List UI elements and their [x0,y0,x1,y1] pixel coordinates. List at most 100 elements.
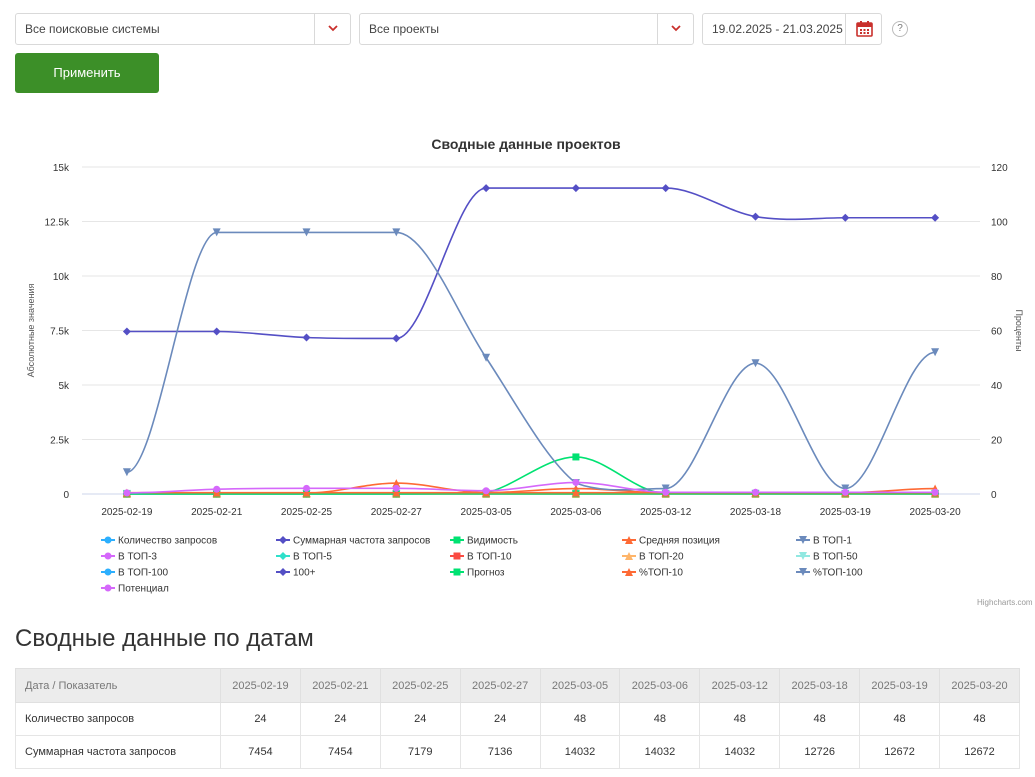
table-cell: 24 [299,702,381,736]
summary-chart: Сводные данные проектов 0 0 2.5k 20 5k 40 7.5k 6… [26,136,1024,595]
legend-item[interactable]: В ТОП-20 [622,552,684,563]
table-cell: 14032 [619,735,701,769]
legend-item[interactable]: 100+ [276,568,316,579]
legend-item[interactable]: Видимость [450,536,518,547]
apply-button[interactable]: Применить [15,53,159,93]
header-date: 2025-03-20 [939,668,1020,703]
legend-item[interactable]: В ТОП-100 [101,568,169,579]
header-date: 2025-02-27 [459,668,541,703]
x-tick-label: 2025-03-06 [550,507,602,518]
table-cell: 7454 [299,735,381,769]
legend-label: Средняя позиция [639,536,720,547]
table-cell: 7136 [459,735,541,769]
y-tick-label-right: 120 [991,163,1008,174]
data-point [303,484,310,492]
y-tick-label-left: 0 [63,490,69,501]
legend-marker [279,568,287,576]
project-value: Все проекты [369,22,440,36]
x-tick-label: 2025-02-25 [281,507,333,518]
y-tick-label-left: 5k [58,381,70,392]
header-first-cell: Дата / Показатель [15,668,221,703]
x-tick-label: 2025-02-19 [101,507,153,518]
legend-marker [104,552,112,560]
data-point [572,478,580,486]
y-tick-label-right: 80 [991,272,1003,283]
legend-label: В ТОП-1 [813,536,852,547]
legend-label: В ТОП-100 [118,568,169,579]
legend-label: %ТОП-100 [813,568,863,579]
header-date: 2025-03-12 [699,668,781,703]
dates-table: Дата / Показатель 2025-02-19 2025-02-21 … [15,668,1020,769]
legend-label: Потенциал [118,584,169,595]
header-date: 2025-02-19 [220,668,301,703]
y-tick-label-right: 20 [991,436,1003,447]
header-date: 2025-03-05 [539,668,621,703]
header-date: 2025-03-19 [859,668,941,703]
data-point [482,184,491,193]
y-axis-title-right: Проценты [1014,309,1024,351]
y-tick-label-left: 10k [53,272,70,283]
date-range-field[interactable]: 19.02.2025 - 21.03.2025 [702,13,882,45]
x-tick-label: 2025-02-27 [371,507,423,518]
legend-marker [453,568,461,576]
table-cell: 24 [220,702,301,736]
y-tick-label-left: 12.5k [45,218,70,229]
legend-item[interactable]: Количество запросов [101,536,217,547]
highcharts-credits[interactable]: Highcharts.com [977,598,1033,607]
table-cell: 48 [539,702,621,736]
legend-label: 100+ [293,568,316,579]
legend-label: Прогноз [467,568,505,579]
x-tick-label: 2025-03-12 [640,507,692,518]
legend-item[interactable]: Прогноз [450,568,505,579]
legend-item[interactable]: %ТОП-10 [622,568,683,579]
y-tick-label-left: 2.5k [50,436,70,447]
y-tick-label-right: 100 [991,218,1008,229]
header-date: 2025-02-21 [299,668,381,703]
filters-bar: Все поисковые системы Все проекты 19.02.… [15,13,1025,45]
legend-item[interactable]: Суммарная частота запросов [276,536,430,547]
data-point [392,484,400,492]
data-point [841,213,850,222]
calendar-icon[interactable] [845,14,881,44]
data-point [571,184,580,193]
legend-marker [453,552,461,560]
row-label: Количество запросов [15,702,221,736]
legend-item[interactable]: В ТОП-1 [796,536,852,547]
data-point [392,334,401,343]
data-point [122,327,131,336]
data-point [752,488,759,496]
data-point [123,489,131,497]
y-tick-label-right: 60 [991,327,1003,338]
legend-item[interactable]: Средняя позиция [622,536,720,547]
legend-label: В ТОП-5 [293,552,332,563]
legend-item[interactable]: В ТОП-50 [796,552,858,563]
x-tick-label: 2025-03-20 [910,507,962,518]
table-row: Количество запросов 24 24 24 24 48 48 48… [15,702,1020,736]
y-tick-label-right: 0 [991,490,997,501]
chevron-down-icon[interactable] [657,14,693,44]
legend-label: %ТОП-10 [639,568,683,579]
row-label: Суммарная частота запросов [15,735,221,769]
y-axis-title-left: Абсолютные значения [26,283,36,377]
data-point [212,327,221,336]
table-cell: 48 [779,702,861,736]
table-cell: 48 [859,702,941,736]
data-point [841,488,849,496]
y-tick-label-right: 40 [991,381,1003,392]
x-tick-label: 2025-02-21 [191,507,243,518]
legend-label: В ТОП-10 [467,552,512,563]
legend-label: В ТОП-20 [639,552,684,563]
chevron-down-icon[interactable] [314,14,350,44]
search-engine-select[interactable]: Все поисковые системы [15,13,351,45]
header-date: 2025-02-25 [379,668,461,703]
legend-item[interactable]: %ТОП-100 [796,568,863,579]
legend-item[interactable]: Потенциал [101,584,169,595]
project-select[interactable]: Все проекты [359,13,694,45]
help-icon[interactable]: ? [892,21,908,37]
legend-label: В ТОП-3 [118,552,157,563]
table-cell: 12726 [779,735,861,769]
legend-item[interactable]: В ТОП-10 [450,552,512,563]
legend-item[interactable]: В ТОП-5 [276,552,332,563]
legend-item[interactable]: В ТОП-3 [101,552,157,563]
legend-label: В ТОП-50 [813,552,858,563]
